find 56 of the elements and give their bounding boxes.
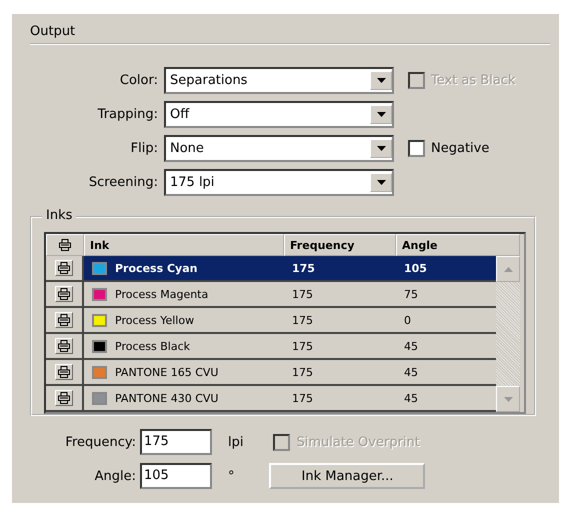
frequency-cell: 175 bbox=[292, 366, 313, 378]
scroll-up-icon[interactable] bbox=[496, 256, 520, 282]
dropdown[interactable]: Off bbox=[164, 101, 394, 128]
ink-name: Process Black bbox=[115, 340, 190, 352]
print-toggle[interactable] bbox=[55, 286, 73, 302]
frequency-cell: 175 bbox=[292, 288, 313, 300]
frequency-field[interactable]: 175 bbox=[140, 429, 212, 455]
frequency-cell: 175 bbox=[292, 340, 313, 352]
ink-manager-button[interactable]: Ink Manager... bbox=[269, 463, 426, 489]
scroll-down-icon[interactable] bbox=[496, 386, 520, 412]
ink-name: PANTONE 165 CVU bbox=[115, 366, 218, 378]
field-label: Trapping: bbox=[96, 107, 159, 122]
ink-row[interactable]: Process Magenta 175 75 bbox=[46, 282, 496, 308]
checkbox-label: Negative bbox=[431, 141, 490, 156]
dropdown[interactable]: 175 lpi bbox=[164, 169, 394, 196]
unit-label: lpi bbox=[228, 434, 244, 450]
ink-name: Process Cyan bbox=[115, 262, 198, 274]
angle-cell: 45 bbox=[404, 366, 418, 378]
print-toggle[interactable] bbox=[55, 390, 73, 406]
column-header[interactable]: Frequency bbox=[284, 234, 396, 256]
print-toggle[interactable] bbox=[55, 338, 73, 354]
field-label: Frequency: bbox=[64, 434, 137, 450]
ink-row[interactable]: Process Yellow 175 0 bbox=[46, 308, 496, 334]
ink-name: Process Magenta bbox=[115, 288, 208, 300]
section-title: Output bbox=[30, 24, 550, 45]
frequency-cell: 175 bbox=[292, 392, 313, 404]
print-toggle[interactable] bbox=[55, 260, 73, 276]
field-label: Color: bbox=[118, 73, 159, 88]
ink-name: Process Yellow bbox=[115, 314, 194, 326]
field-label: Screening: bbox=[88, 175, 159, 190]
ink-row[interactable]: PANTONE 430 CVU 175 45 bbox=[46, 386, 496, 412]
checkbox[interactable] bbox=[408, 140, 425, 157]
print-toggle[interactable] bbox=[55, 312, 73, 328]
angle-cell: 75 bbox=[404, 288, 418, 300]
angle-field[interactable]: 105 bbox=[140, 463, 212, 489]
column-header[interactable]: Angle bbox=[396, 234, 520, 256]
ink-name: PANTONE 430 CVU bbox=[115, 392, 218, 404]
angle-cell: 45 bbox=[404, 392, 418, 404]
column-header[interactable] bbox=[46, 234, 84, 256]
dropdown[interactable]: Separations bbox=[164, 67, 394, 94]
dropdown[interactable]: None bbox=[164, 135, 394, 162]
ink-row[interactable]: Process Cyan 175 105 bbox=[46, 256, 496, 282]
printer-icon bbox=[59, 239, 71, 251]
frequency-cell: 175 bbox=[292, 262, 315, 274]
ink-row[interactable]: Process Black 175 45 bbox=[46, 334, 496, 360]
angle-cell: 105 bbox=[404, 262, 427, 274]
print-toggle[interactable] bbox=[55, 364, 73, 380]
frequency-cell: 175 bbox=[292, 314, 313, 326]
angle-cell: 0 bbox=[404, 314, 411, 326]
field-label: Angle: bbox=[94, 468, 137, 484]
column-header[interactable]: Ink bbox=[84, 234, 284, 256]
ink-row[interactable]: PANTONE 165 CVU 175 45 bbox=[46, 360, 496, 386]
scrollbar[interactable] bbox=[496, 256, 520, 412]
unit-label: ° bbox=[228, 468, 234, 484]
angle-cell: 45 bbox=[404, 340, 418, 352]
field-label: Flip: bbox=[130, 141, 159, 156]
